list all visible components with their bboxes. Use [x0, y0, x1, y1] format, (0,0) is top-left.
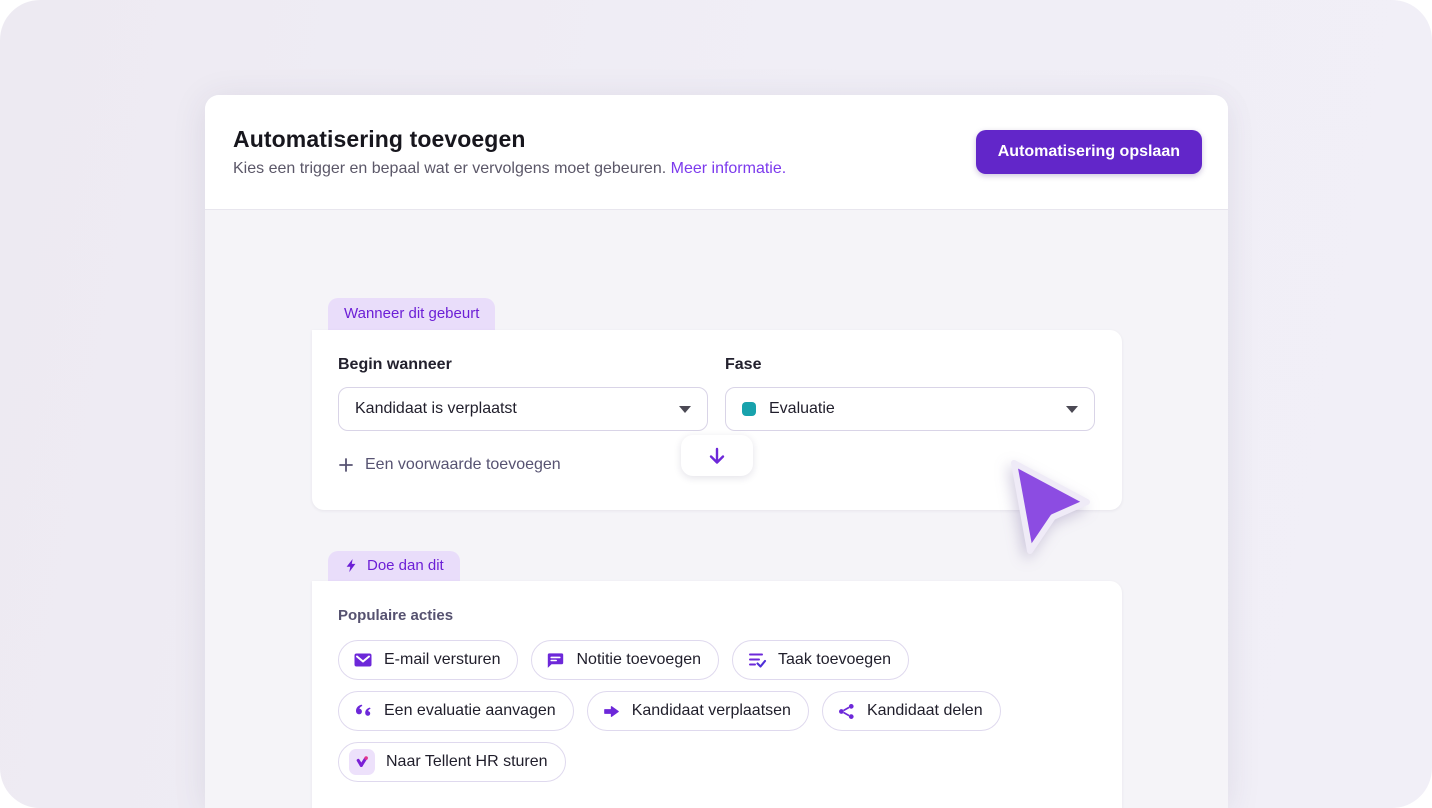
trigger-card: Begin wanneer Kandidaat is verplaatst Fa… [312, 330, 1122, 510]
header-text-block: Automatisering toevoegen Kies een trigge… [233, 126, 786, 178]
action-tag-label: Doe dan dit [367, 556, 444, 574]
action-label: Taak toevoegen [778, 651, 891, 668]
action-move-candidate[interactable]: Kandidaat verplaatsen [586, 691, 809, 731]
app-background: Automatisering toevoegen Kies een trigge… [0, 0, 1432, 808]
lightning-bolt-icon [346, 558, 356, 572]
page-subtitle: Kies een trigger en bepaal wat er vervol… [233, 160, 786, 178]
note-icon [548, 652, 564, 668]
action-label: E-mail versturen [384, 651, 501, 668]
chevron-down-icon [1066, 405, 1078, 413]
stage-select-value: Evaluatie [769, 400, 835, 417]
automation-modal: Automatisering toevoegen Kies een trigge… [205, 95, 1228, 808]
action-label: Naar Tellent HR sturen [386, 753, 548, 770]
share-icon [838, 703, 854, 719]
tellent-logo-icon [349, 749, 375, 775]
mail-icon [354, 653, 372, 667]
quote-icon [356, 704, 371, 716]
chevron-down-icon [679, 405, 691, 413]
field-label: Begin wanneer [338, 356, 452, 373]
more-info-link[interactable]: Meer informatie. [671, 160, 787, 177]
action-label: Kandidaat verplaatsen [631, 702, 791, 719]
save-automation-button[interactable]: Automatisering opslaan [975, 130, 1202, 174]
trigger-field: Begin wanneer Kandidaat is verplaatst [338, 356, 708, 431]
stage-field: Fase Evaluatie [725, 356, 1095, 431]
action-label: Een evaluatie aanvagen [384, 702, 556, 719]
add-condition-button[interactable]: Een voorwaarde toevoegen [338, 456, 561, 474]
trigger-section-tag: Wanneer dit gebeurt [328, 298, 496, 330]
trigger-fields: Begin wanneer Kandidaat is verplaatst Fa… [338, 356, 1096, 431]
trigger-select[interactable]: Kandidaat is verplaatst [338, 387, 708, 431]
trigger-select-value: Kandidaat is verplaatst [355, 400, 517, 417]
action-task[interactable]: Taak toevoegen [732, 640, 909, 680]
task-check-icon [749, 653, 767, 668]
action-evaluation[interactable]: Een evaluatie aanvagen [338, 691, 574, 731]
arrow-down-icon [709, 447, 725, 464]
trigger-tag-label: Wanneer dit gebeurt [344, 304, 480, 322]
stage-select[interactable]: Evaluatie [725, 387, 1095, 431]
action-share-candidate[interactable]: Kandidaat delen [821, 691, 1001, 731]
action-send-tellent-hr[interactable]: Naar Tellent HR sturen [338, 742, 566, 782]
action-note[interactable]: Notitie toevoegen [531, 640, 720, 680]
action-card: Populaire acties E-mail versturen Notiti… [312, 581, 1122, 808]
actions-heading: Populaire acties [338, 607, 454, 624]
action-section-tag: Doe dan dit [328, 551, 460, 581]
action-pill-list: E-mail versturen Notitie toevoegen Taak … [338, 640, 1098, 782]
action-email[interactable]: E-mail versturen [338, 640, 519, 680]
connector-arrow-button[interactable] [681, 435, 753, 476]
field-label: Fase [725, 356, 762, 373]
arrow-right-icon [603, 705, 619, 717]
plus-icon [339, 458, 353, 472]
add-condition-label: Een voorwaarde toevoegen [365, 456, 561, 473]
page-title: Automatisering toevoegen [233, 126, 526, 152]
action-label: Notitie toevoegen [576, 651, 702, 668]
modal-body: Wanneer dit gebeurt Begin wanneer Kandid… [205, 210, 1228, 808]
stage-color-swatch [742, 402, 756, 416]
modal-header: Automatisering toevoegen Kies een trigge… [205, 95, 1228, 210]
action-label: Kandidaat delen [866, 702, 983, 719]
subtitle-text: Kies een trigger en bepaal wat er vervol… [233, 160, 667, 177]
